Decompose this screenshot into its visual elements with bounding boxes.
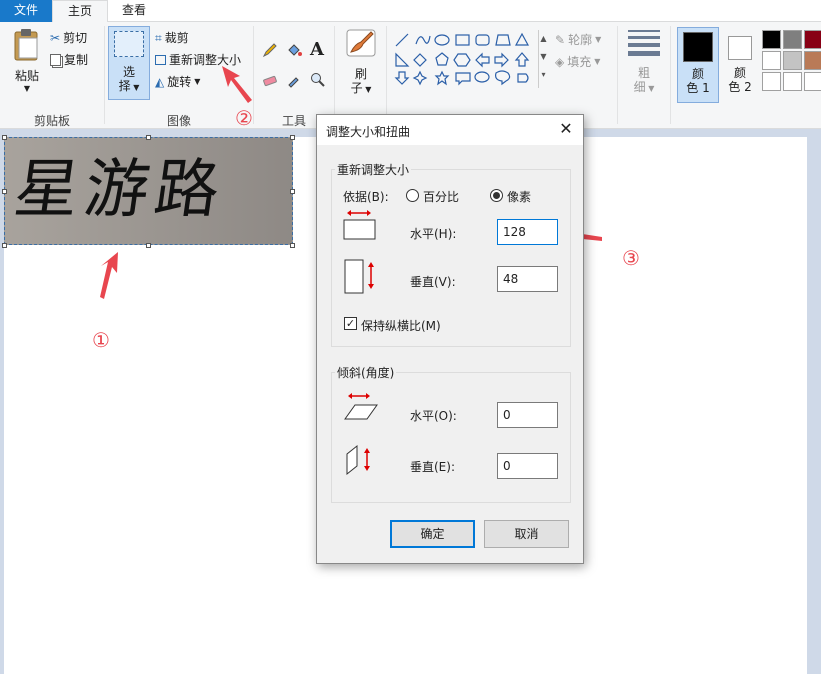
annotation-2: ②	[235, 106, 253, 130]
horizontal-label: 水平(H):	[410, 227, 457, 241]
cancel-button[interactable]: 取消	[484, 520, 569, 548]
skew-vertical-input[interactable]: 0	[497, 453, 558, 479]
resize-group-legend: 重新调整大小	[335, 161, 412, 178]
arrow-1-icon	[100, 252, 118, 299]
percent-label[interactable]: 百分比	[423, 188, 459, 205]
dialog-titlebar: 调整大小和扭曲 ✕	[317, 115, 583, 145]
dialog-title: 调整大小和扭曲	[326, 125, 411, 139]
annotation-1: ①	[92, 328, 110, 352]
pixels-label[interactable]: 像素	[507, 188, 531, 205]
horizontal-resize-icon	[343, 210, 376, 240]
vertical-skew-icon	[346, 444, 370, 476]
keep-ratio-checkbox[interactable]: ✓	[344, 317, 357, 330]
close-button[interactable]: ✕	[555, 120, 577, 140]
by-label: 依据(B):	[343, 190, 389, 204]
ok-button[interactable]: 确定	[390, 520, 475, 548]
resize-skew-dialog: 调整大小和扭曲 ✕ 重新调整大小 依据(B): 百分比 像素 水平(H): 12…	[316, 114, 584, 564]
skew-vertical-label: 垂直(E):	[410, 460, 455, 474]
arrow-2-icon	[222, 66, 252, 103]
horizontal-skew-icon	[344, 393, 378, 420]
keep-ratio-label[interactable]: 保持纵横比(M)	[361, 317, 441, 334]
pixels-radio[interactable]	[490, 189, 503, 202]
percent-radio[interactable]	[406, 189, 419, 202]
horizontal-input[interactable]: 128	[497, 219, 558, 245]
annotation-3: ③	[622, 246, 640, 270]
skew-horizontal-input[interactable]: 0	[497, 402, 558, 428]
vertical-resize-icon	[344, 259, 374, 294]
skew-horizontal-label: 水平(O):	[410, 409, 457, 423]
skew-group-legend: 倾斜(角度)	[335, 364, 397, 381]
vertical-input[interactable]: 48	[497, 266, 558, 292]
vertical-label: 垂直(V):	[410, 275, 456, 289]
